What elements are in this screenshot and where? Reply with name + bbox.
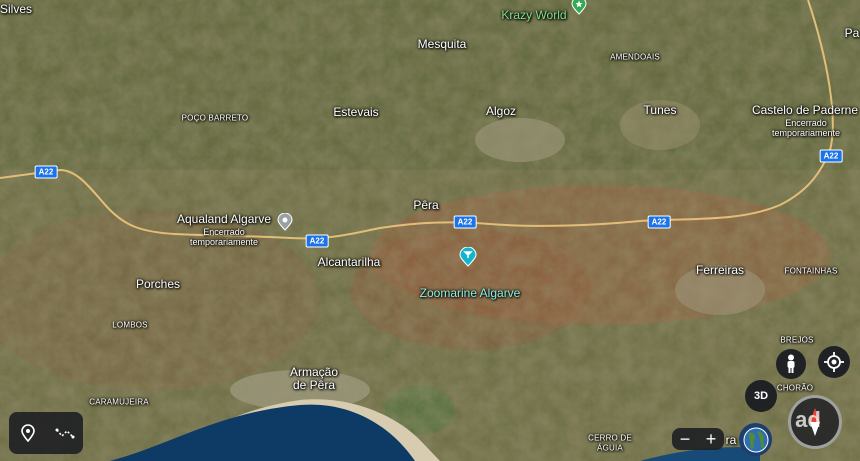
- town-label-armacao-line2: de Pêra: [292, 378, 336, 392]
- castelo-status-line1: Encerrado: [785, 118, 827, 128]
- theme-park-pin-icon[interactable]: [571, 0, 587, 20]
- a22-shield-west: A22: [34, 165, 58, 179]
- locality-label-caramujeira: CARAMUJEIRA: [89, 397, 149, 407]
- locality-label-lombos: LOMBOS: [112, 320, 148, 330]
- locality-label-poco-barreto: POÇO BARRETO: [181, 113, 249, 123]
- partial-place-label: ra: [725, 433, 737, 447]
- town-label-tunes: Tunes: [643, 103, 677, 117]
- a22-shield-east: A22: [647, 215, 671, 229]
- globe-icon: [743, 427, 768, 452]
- castelo-status: Encerrado temporariamente: [772, 118, 840, 138]
- aqualand-status: Encerrado temporariamente: [190, 227, 258, 247]
- watermark-text: ad: [795, 407, 821, 432]
- globe-view-button[interactable]: [739, 423, 772, 456]
- town-label-pera: Pêra: [413, 198, 439, 212]
- poi-label-zoomarine[interactable]: Zoomarine Algarve: [420, 286, 521, 300]
- town-label-porches: Porches: [135, 277, 181, 291]
- street-view-button[interactable]: [776, 349, 806, 379]
- poi-label-krazy-world[interactable]: Krazy World: [501, 8, 566, 22]
- 3d-view-button[interactable]: 3D: [745, 380, 777, 412]
- a22-shield-northeast: A22: [819, 149, 843, 163]
- zoom-out-button[interactable]: −: [673, 428, 697, 450]
- locality-label-brejos: BREJOS: [780, 335, 814, 345]
- locality-label-chorao: CHORÃO: [776, 383, 814, 393]
- pegman-icon: [787, 354, 795, 373]
- satellite-map[interactable]: [0, 0, 860, 461]
- castelo-status-line2: temporariamente: [771, 128, 841, 138]
- zoomarine-pin-icon[interactable]: [459, 246, 477, 272]
- town-label-partial: Pa: [844, 26, 860, 40]
- town-label-silves: Silves: [0, 2, 33, 16]
- crosshair-icon: [824, 352, 844, 372]
- town-label-algoz: Algoz: [485, 104, 517, 118]
- measure-distance-button[interactable]: [49, 417, 81, 449]
- zoom-control: − +: [672, 428, 724, 450]
- town-label-alcantarilha: Alcantarilha: [317, 255, 381, 269]
- aqualand-status-line2: temporariamente: [189, 237, 259, 247]
- town-label-ferreiras: Ferreiras: [695, 263, 745, 277]
- map-pin-icon: [20, 424, 35, 442]
- texture-noise-fine: [0, 0, 860, 461]
- aqualand-pin-icon[interactable]: [277, 212, 293, 236]
- locality-label-cerro-line1: CERRO DE: [588, 433, 632, 443]
- town-label-estevais: Estevais: [333, 105, 379, 119]
- ruler-path-icon: [55, 428, 74, 439]
- town-label-castelo-de-paderne: Castelo de Paderne: [751, 103, 859, 117]
- aqualand-status-line1: Encerrado: [203, 227, 245, 237]
- my-location-button[interactable]: [818, 346, 850, 378]
- town-label-armacao-line1: Armação: [289, 365, 339, 379]
- map-tools-panel: [9, 412, 83, 454]
- locality-label-amendoais: AMENDOAIS: [610, 52, 660, 62]
- location-pin-button[interactable]: [12, 417, 44, 449]
- a22-shield-pera: A22: [453, 215, 477, 229]
- locality-label-cerro-line2: ÁGUIA: [597, 443, 623, 453]
- locality-label-fontainhas: FONTAINHAS: [784, 266, 838, 276]
- a22-shield-alcantarilha: A22: [305, 234, 329, 248]
- zoom-in-button[interactable]: +: [699, 428, 723, 450]
- poi-label-aqualand[interactable]: Aqualand Algarve: [177, 212, 271, 226]
- town-label-mesquita: Mesquita: [417, 37, 467, 51]
